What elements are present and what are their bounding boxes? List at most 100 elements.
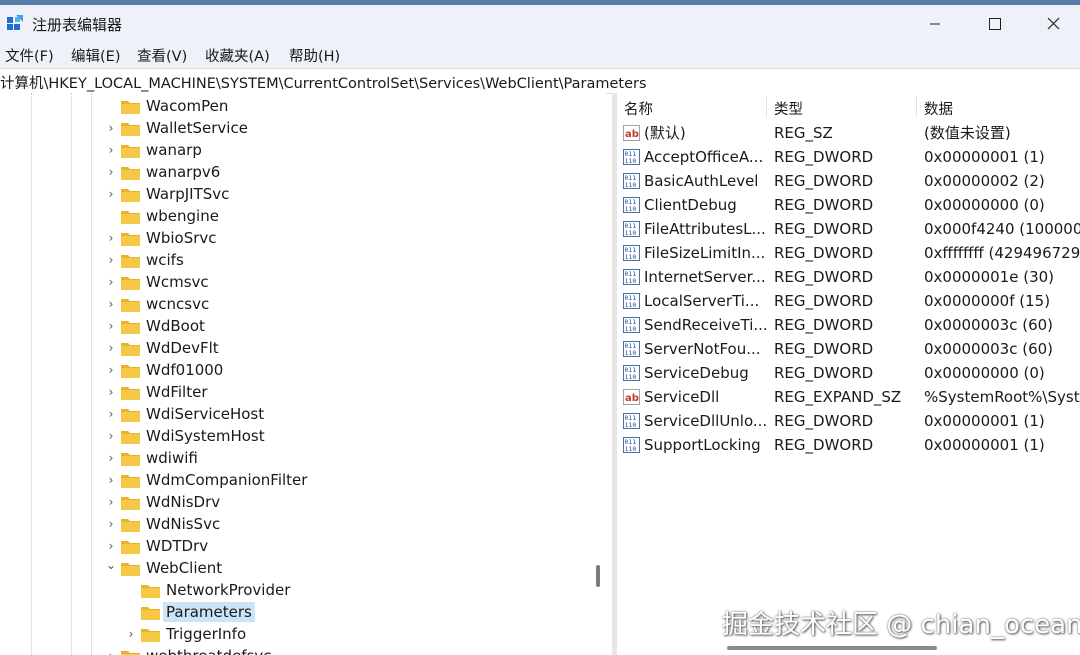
chevron-right-icon[interactable]: ›: [105, 428, 117, 444]
tree-item[interactable]: › WdDevFlt: [0, 337, 590, 359]
menu-file[interactable]: 文件(F): [5, 45, 54, 66]
minimize-button[interactable]: [906, 5, 964, 42]
tree-item[interactable]: › TriggerInfo: [0, 623, 590, 645]
value-row[interactable]: 011 110 SupportLocking REG_DWORD 0x00000001 …: [617, 433, 1080, 457]
tree-item-label: wcncsvc: [146, 295, 210, 313]
tree-scroll-thumb[interactable]: [596, 565, 600, 587]
address-path[interactable]: 计算机\HKEY_LOCAL_MACHINE\SYSTEM\CurrentCon…: [0, 72, 647, 93]
tree-item[interactable]: › Wcmsvc: [0, 271, 590, 293]
value-row[interactable]: 011 110 BasicAuthLevel REG_DWORD 0x00000002 …: [617, 169, 1080, 193]
menu-help[interactable]: 帮助(H): [289, 45, 340, 66]
value-row[interactable]: 011 110 AcceptOfficeA... REG_DWORD 0x0000000…: [617, 145, 1080, 169]
values-list-pane[interactable]: 名称 类型 数据 ab (默认) REG_SZ (数值未设置) 011 110 Accept…: [617, 93, 1080, 655]
column-divider[interactable]: [916, 96, 917, 118]
chevron-right-icon[interactable]: ›: [105, 230, 117, 246]
tree-item[interactable]: › WalletService: [0, 117, 590, 139]
binary-value-icon: 011110: [623, 221, 640, 237]
chevron-down-icon[interactable]: ⌄: [105, 557, 117, 573]
tree-item[interactable]: › wanarpv6: [0, 161, 590, 183]
tree-item[interactable]: › WdmCompanionFilter: [0, 469, 590, 491]
menu-favorites[interactable]: 收藏夹(A): [205, 45, 270, 66]
tree-item[interactable]: › WdBoot: [0, 315, 590, 337]
chevron-right-icon[interactable]: ›: [105, 472, 117, 488]
tree-item[interactable]: › webthreatdefsvc: [0, 645, 590, 655]
tree-item[interactable]: › wcncsvc: [0, 293, 590, 315]
value-row[interactable]: 011 110 FileAttributesL... REG_DWORD 0x000f4…: [617, 217, 1080, 241]
value-name: ServiceDllUnlo...: [644, 412, 768, 430]
column-header-data[interactable]: 数据: [924, 98, 953, 119]
tree-item[interactable]: NetworkProvider: [0, 579, 590, 601]
value-row[interactable]: 011 110 LocalServerTi... REG_DWORD 0x0000000…: [617, 289, 1080, 313]
value-row[interactable]: ab ServiceDll REG_EXPAND_SZ %SystemRoot%\Sy…: [617, 385, 1080, 409]
tree-item[interactable]: › WbioSrvc: [0, 227, 590, 249]
regedit-app-icon: [7, 15, 23, 30]
chevron-right-icon[interactable]: ›: [105, 142, 117, 158]
tree-item[interactable]: ⌄ WebClient: [0, 557, 590, 579]
binary-value-icon: 011110: [623, 341, 640, 357]
tree-item[interactable]: › wdiwifi: [0, 447, 590, 469]
chevron-right-icon[interactable]: ›: [105, 648, 117, 655]
value-row[interactable]: 011 110 ClientDebug REG_DWORD 0x00000000 (0): [617, 193, 1080, 217]
values-scroll-thumb[interactable]: [727, 646, 937, 650]
column-divider[interactable]: [766, 96, 767, 118]
value-row[interactable]: 011 110 ServerNotFou... REG_DWORD 0x0000003c…: [617, 337, 1080, 361]
tree-item[interactable]: Parameters: [0, 601, 590, 623]
tree-item[interactable]: › wcifs: [0, 249, 590, 271]
value-row[interactable]: 011 110 FileSizeLimitIn... REG_DWORD 0xfffff…: [617, 241, 1080, 265]
column-header-type[interactable]: 类型: [774, 98, 803, 119]
chevron-right-icon[interactable]: ›: [105, 274, 117, 290]
value-data: 0x000f4240 (1000000: [924, 220, 1080, 238]
chevron-right-icon[interactable]: ›: [105, 252, 117, 268]
close-button[interactable]: [1024, 5, 1080, 42]
tree-item[interactable]: › WdiServiceHost: [0, 403, 590, 425]
value-row[interactable]: 011 110 ServiceDebug REG_DWORD 0x00000000 (0…: [617, 361, 1080, 385]
chevron-right-icon[interactable]: ›: [105, 120, 117, 136]
tree-item[interactable]: › wanarp: [0, 139, 590, 161]
chevron-right-icon[interactable]: ›: [105, 186, 117, 202]
value-row[interactable]: 011 110 SendReceiveTi... REG_DWORD 0x0000003…: [617, 313, 1080, 337]
folder-icon: [121, 321, 140, 334]
menu-view[interactable]: 查看(V): [137, 45, 187, 66]
key-tree-pane[interactable]: WacomPen › WalletService › wanarp › wanarpv6 › W…: [0, 93, 590, 655]
tree-item-label: Wcmsvc: [146, 273, 209, 291]
binary-value-icon: 011110: [623, 413, 640, 429]
value-row[interactable]: 011 110 InternetServer... REG_DWORD 0x000000…: [617, 265, 1080, 289]
tree-item[interactable]: › WdiSystemHost: [0, 425, 590, 447]
column-header-name[interactable]: 名称: [624, 98, 653, 119]
chevron-right-icon[interactable]: ›: [125, 626, 137, 642]
tree-item[interactable]: › WDTDrv: [0, 535, 590, 557]
chevron-right-icon[interactable]: ›: [105, 450, 117, 466]
tree-item[interactable]: wbengine: [0, 205, 590, 227]
chevron-right-icon[interactable]: ›: [105, 538, 117, 554]
value-row[interactable]: 011 110 ServiceDllUnlo... REG_DWORD 0x000000…: [617, 409, 1080, 433]
minimize-icon: [930, 23, 940, 24]
chevron-right-icon[interactable]: ›: [105, 362, 117, 378]
value-data: 0xffffffff (4294967295: [924, 244, 1080, 262]
chevron-right-icon[interactable]: ›: [105, 318, 117, 334]
value-row[interactable]: ab (默认) REG_SZ (数值未设置): [617, 121, 1080, 145]
svg-text:110: 110: [625, 325, 637, 333]
maximize-button[interactable]: [966, 5, 1024, 42]
chevron-right-icon[interactable]: ›: [105, 164, 117, 180]
tree-item[interactable]: WacomPen: [0, 95, 590, 117]
tree-item-label: webthreatdefsvc: [146, 646, 272, 655]
binary-value-icon: 011110: [623, 437, 640, 453]
chevron-right-icon[interactable]: ›: [105, 406, 117, 422]
values-horizontal-scrollbar[interactable]: [617, 640, 1080, 655]
svg-text:110: 110: [625, 181, 637, 189]
menu-edit[interactable]: 编辑(E): [71, 45, 120, 66]
chevron-right-icon[interactable]: ›: [105, 340, 117, 356]
value-name: LocalServerTi...: [644, 292, 760, 310]
chevron-right-icon[interactable]: ›: [105, 494, 117, 510]
tree-item[interactable]: › WdNisDrv: [0, 491, 590, 513]
tree-item[interactable]: › WarpJITSvc: [0, 183, 590, 205]
tree-item[interactable]: › WdFilter: [0, 381, 590, 403]
chevron-right-icon[interactable]: ›: [105, 516, 117, 532]
address-bar[interactable]: 计算机\HKEY_LOCAL_MACHINE\SYSTEM\CurrentCon…: [0, 68, 1080, 94]
tree-vertical-scrollbar[interactable]: [590, 93, 606, 655]
tree-item[interactable]: › Wdf01000: [0, 359, 590, 381]
chevron-right-icon[interactable]: ›: [105, 296, 117, 312]
tree-item[interactable]: › WdNisSvc: [0, 513, 590, 535]
chevron-right-icon[interactable]: ›: [105, 384, 117, 400]
title-bar[interactable]: 注册表编辑器: [0, 5, 1080, 42]
